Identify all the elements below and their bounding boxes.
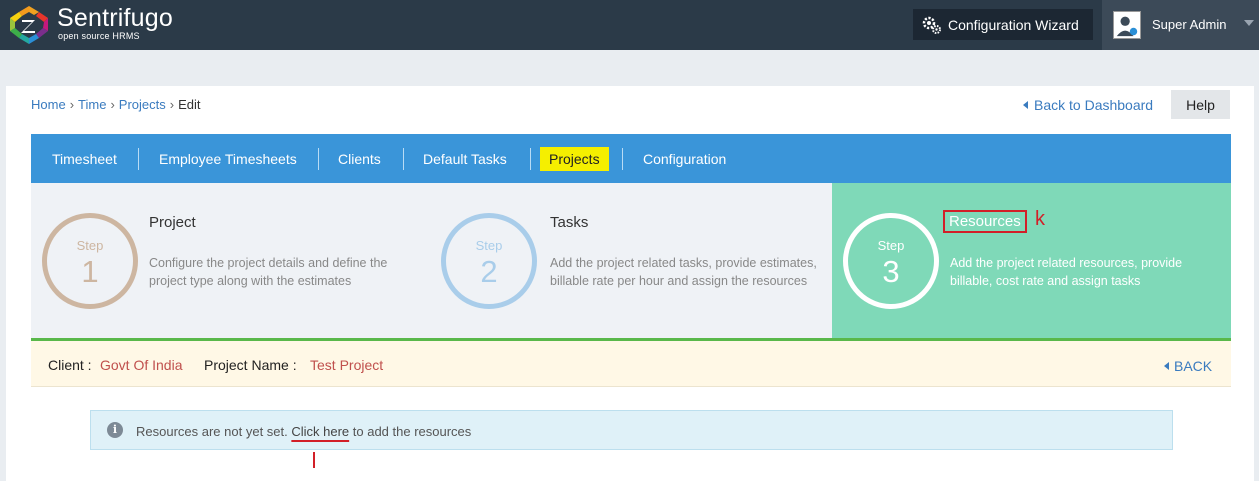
- tab-default-tasks[interactable]: Default Tasks: [415, 147, 515, 171]
- avatar: [1113, 11, 1141, 39]
- step-label: Step: [76, 238, 104, 253]
- tab-divider: [138, 148, 139, 170]
- step-title: Project: [149, 214, 196, 231]
- brand-tagline: open source HRMS: [58, 31, 140, 41]
- step-project[interactable]: Step 1 Project Configure the project det…: [31, 183, 430, 340]
- step-tasks[interactable]: Step 2 Tasks Add the project related tas…: [430, 183, 832, 340]
- tab-divider: [530, 148, 531, 170]
- wizard-label: Configuration Wizard: [948, 16, 1079, 33]
- breadcrumb-separator: ›: [110, 97, 115, 112]
- step-label: Step: [475, 238, 503, 253]
- step-description: Configure the project details and define…: [149, 256, 388, 288]
- step-number: 3: [882, 254, 900, 289]
- breadcrumb-time[interactable]: Time: [78, 97, 106, 112]
- user-menu[interactable]: Super Admin: [1102, 0, 1259, 50]
- module-tabs: Timesheet Employee Timesheets Clients De…: [31, 134, 1231, 183]
- step-number: 1: [81, 254, 99, 289]
- breadcrumb: Home › Time › Projects › Edit: [31, 97, 201, 112]
- tab-projects[interactable]: Projects: [540, 147, 609, 171]
- brand-name: Sentrifugo: [57, 4, 173, 32]
- step-circle: Step 1: [42, 213, 138, 309]
- step-title: Tasks: [550, 214, 589, 231]
- project-info-bar: Client : Govt Of India Project Name : Te…: [31, 341, 1231, 387]
- info-alert: i Resources are not yet set. Click here …: [90, 410, 1173, 450]
- breadcrumb-projects[interactable]: Projects: [119, 97, 166, 112]
- tab-employee-timesheets[interactable]: Employee Timesheets: [151, 147, 305, 171]
- help-button[interactable]: Help: [1171, 90, 1230, 119]
- step-resources[interactable]: Step 3 Resources Add the project related…: [832, 183, 1231, 340]
- back-button[interactable]: BACK: [1164, 358, 1212, 374]
- breadcrumb-home[interactable]: Home: [31, 97, 66, 112]
- step-number: 2: [480, 254, 498, 289]
- top-header: Sentrifugo open source HRMS Configuratio…: [0, 0, 1259, 50]
- step-title: Resources: [943, 210, 1027, 233]
- annotation-marker: [313, 452, 315, 468]
- caret-left-icon: [1023, 101, 1028, 109]
- add-resources-link[interactable]: Click here: [291, 424, 349, 439]
- client-label: Client :: [48, 357, 92, 373]
- step-label: Step: [877, 238, 905, 253]
- client-value: Govt Of India: [100, 357, 183, 373]
- breadcrumb-separator: ›: [69, 97, 75, 112]
- step-description: Add the project related tasks, provide e…: [550, 256, 817, 288]
- tab-clients[interactable]: Clients: [330, 147, 389, 171]
- gears-icon: [922, 16, 941, 34]
- project-name-label: Project Name :: [204, 357, 297, 373]
- back-to-dashboard-link[interactable]: Back to Dashboard: [1023, 97, 1153, 113]
- step-circle: Step 2: [441, 213, 537, 309]
- sentrifugo-logo-icon[interactable]: [8, 4, 50, 46]
- breadcrumb-current: Edit: [178, 97, 201, 112]
- tab-configuration[interactable]: Configuration: [635, 147, 734, 171]
- tab-divider: [403, 148, 404, 170]
- alert-text-after: to add the resources: [349, 424, 472, 439]
- tab-divider: [622, 148, 623, 170]
- chevron-down-icon[interactable]: [1244, 20, 1254, 26]
- info-icon: i: [107, 422, 123, 438]
- project-name-value: Test Project: [310, 357, 384, 373]
- back-label: BACK: [1174, 358, 1213, 374]
- step-description: Add the project related resources, provi…: [950, 256, 1183, 288]
- tab-timesheet[interactable]: Timesheet: [44, 147, 125, 171]
- tab-divider: [318, 148, 319, 170]
- project-wizard-steps: Step 1 Project Configure the project det…: [31, 183, 1231, 340]
- back-to-dashboard-label: Back to Dashboard: [1034, 97, 1154, 113]
- alert-text: Resources are not yet set. Click here to…: [136, 424, 471, 439]
- configuration-wizard-button[interactable]: Configuration Wizard: [913, 9, 1093, 40]
- breadcrumb-separator: ›: [169, 97, 175, 112]
- alert-text-before: Resources are not yet set.: [136, 424, 292, 439]
- step-circle: Step 3: [843, 213, 939, 309]
- caret-left-icon: [1164, 362, 1169, 370]
- user-name: Super Admin: [1152, 17, 1227, 32]
- annotation-label: k: [1035, 208, 1045, 230]
